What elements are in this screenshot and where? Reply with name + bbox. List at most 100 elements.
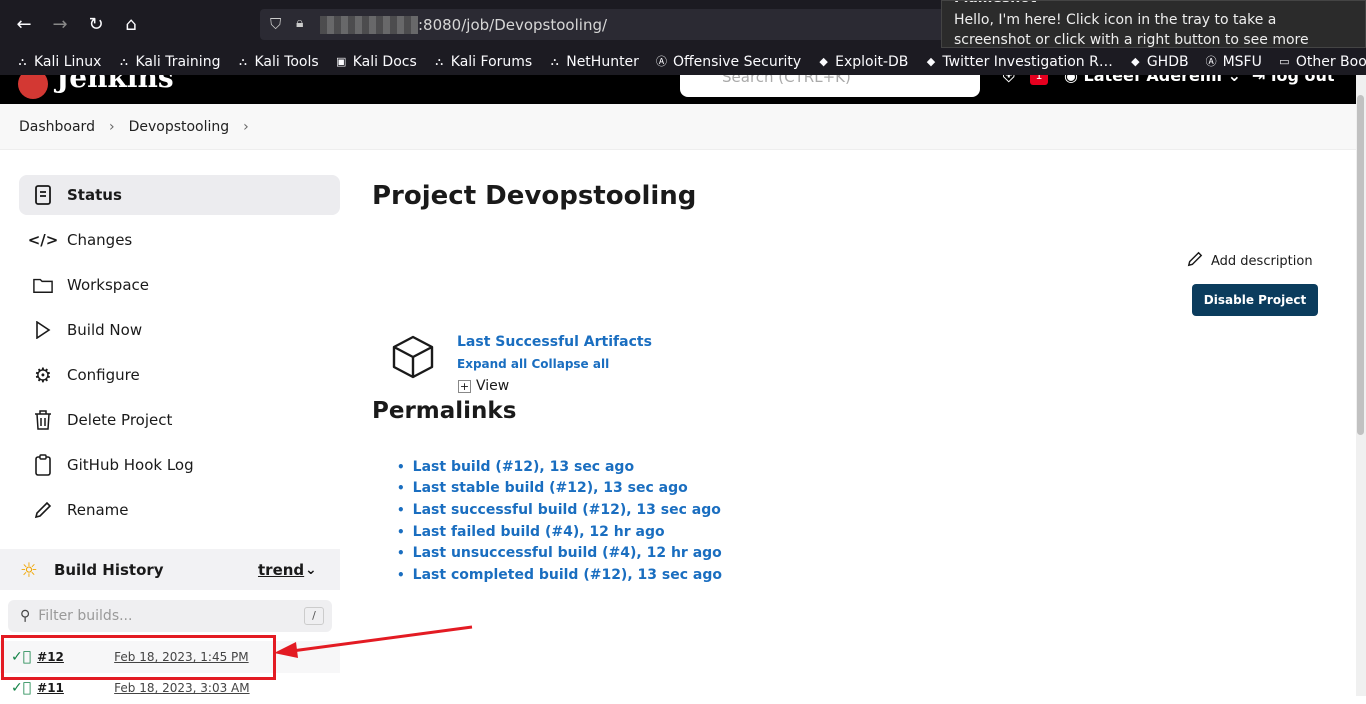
disable-project-button[interactable]: Disable Project — [1192, 284, 1318, 316]
sidebar-item-build-now[interactable]: Build Now — [19, 310, 340, 350]
bookmark-item[interactable]: ◆ Twitter Investigation R… — [924, 53, 1113, 70]
url-bar[interactable]: ⛉ 🔒︎ :8080/job/Devopstooling/ — [260, 9, 960, 40]
sidebar-item-delete-project[interactable]: Delete Project — [19, 400, 340, 440]
lock-icon: 🔒︎ — [296, 15, 304, 31]
sun-icon: ☼ — [20, 557, 38, 582]
search-placeholder: Search (CTRL+K) — [722, 75, 851, 86]
user-name: Lateef Aderemi — [1083, 75, 1222, 85]
clipboard-icon — [33, 454, 53, 476]
bookmark-item[interactable]: ◆ Exploit-DB — [817, 54, 908, 70]
trend-link[interactable]: trend — [258, 561, 304, 579]
annotation-arrow — [274, 625, 473, 658]
bookmark-label: Kali Tools — [254, 53, 319, 70]
bookmark-favicon-icon: Ⓐ — [655, 55, 667, 68]
bookmark-label: MSFU — [1222, 53, 1262, 70]
bookmark-label: Twitter Investigation R… — [942, 53, 1113, 70]
chevron-down-icon[interactable]: ⌄ — [305, 562, 317, 578]
bookmark-item[interactable]: ⛬ Kali Linux — [16, 53, 102, 70]
sidebar-item-label: Workspace — [67, 276, 149, 294]
logout-link[interactable]: ⇥ log out — [1252, 75, 1335, 85]
permalink-last-stable[interactable]: Last stable build (#12), 13 sec ago — [397, 478, 722, 500]
add-description-link[interactable]: Add description — [1187, 251, 1313, 271]
sidebar-item-workspace[interactable]: Workspace — [19, 265, 340, 305]
user-menu[interactable]: ◉ Lateef Aderemi ⌄ — [1064, 75, 1241, 85]
sidebar-item-rename[interactable]: Rename — [19, 490, 340, 530]
bookmark-favicon-icon: Ⓐ — [1205, 55, 1217, 68]
scrollbar-thumb[interactable] — [1357, 95, 1364, 435]
permalink-last-completed[interactable]: Last completed build (#12), 13 sec ago — [397, 564, 722, 586]
view-label: View — [476, 378, 510, 394]
bookmark-favicon-icon: ⛬ — [550, 55, 559, 68]
permalink-last-unsuccessful[interactable]: Last unsuccessful build (#4), 12 hr ago — [397, 542, 722, 564]
url-text: :8080/job/Devopstooling/ — [418, 15, 608, 34]
breadcrumb: Dashboard › Devopstooling › — [0, 104, 1356, 150]
flameshot-notification[interactable]: Flameshot Hello, I'm here! Click icon in… — [941, 0, 1366, 48]
bookmark-favicon-icon: ◆ — [1131, 55, 1140, 68]
jenkins-logo[interactable]: Jenkins — [56, 75, 174, 94]
sidebar-item-label: Configure — [67, 366, 140, 384]
permalink-last-build[interactable]: Last build (#12), 13 sec ago — [397, 456, 722, 478]
view-artifact-tree[interactable]: + View — [458, 378, 509, 394]
bookmark-item[interactable]: Ⓐ Offensive Security — [655, 54, 801, 70]
bookmark-item[interactable]: ◆ GHDB — [1129, 54, 1189, 70]
search-icon: ⚲ — [20, 608, 31, 624]
chevron-right-icon[interactable]: › — [243, 119, 249, 135]
bookmark-favicon-icon: ◆ — [926, 55, 936, 68]
sidebar-item-configure[interactable]: ⚙ Configure — [19, 355, 340, 395]
bookmark-item[interactable]: ▣ Kali Docs — [335, 54, 417, 70]
success-icon: ✓⃝ — [11, 680, 32, 696]
bookmark-label: GHDB — [1146, 53, 1189, 70]
bookmark-favicon-icon: ⛬ — [435, 55, 444, 68]
gear-icon: ⚙ — [34, 363, 52, 387]
back-icon[interactable]: ← — [12, 12, 36, 36]
sidebar-item-label: Rename — [67, 501, 129, 519]
build-history-header: ☼ Build History trend ⌄ — [0, 549, 340, 590]
reload-icon[interactable]: ↻ — [84, 12, 108, 36]
build-history-title: Build History — [53, 560, 164, 579]
permalinks-title: Permalinks — [372, 398, 517, 424]
forward-icon[interactable]: → — [48, 12, 72, 36]
build-date[interactable]: Feb 18, 2023, 3:03 AM — [114, 681, 249, 695]
bookmark-label: Kali Training — [135, 53, 221, 70]
bookmark-label: Kali Docs — [352, 53, 417, 70]
jenkins-header: Jenkins Search (CTRL+K) ⛨ 1 ◉ Lateef Ade… — [0, 75, 1356, 104]
sidebar-item-status[interactable]: Status — [19, 175, 340, 215]
redacted-host — [320, 15, 418, 34]
notification-badge[interactable]: 1 — [1030, 75, 1048, 85]
home-icon[interactable]: ⌂ — [119, 12, 143, 36]
add-description-label: Add description — [1211, 253, 1313, 269]
sidebar: Status </> Changes Workspace Build Now ⚙… — [19, 175, 340, 535]
bookmark-item[interactable]: ⛬ Kali Training — [117, 54, 220, 70]
breadcrumb-dashboard[interactable]: Dashboard — [19, 119, 95, 135]
package-icon — [390, 334, 436, 384]
notification-message: Hello, I'm here! Click icon in the tray … — [954, 12, 1309, 48]
status-icon — [33, 185, 53, 205]
bookmark-item[interactable]: ⛬ NetHunter — [548, 54, 639, 70]
build-number[interactable]: #11 — [37, 681, 114, 695]
sidebar-item-changes[interactable]: </> Changes — [19, 220, 340, 260]
bookmark-favicon-icon: ▣ — [335, 55, 347, 68]
bookmark-label: Kali Linux — [34, 53, 102, 70]
notification-title: Flameshot — [954, 1, 1037, 8]
bookmark-label: Offensive Security — [672, 53, 802, 70]
bookmark-favicon-icon: ◆ — [819, 55, 828, 68]
sidebar-item-github-hook-log[interactable]: GitHub Hook Log — [19, 445, 340, 485]
security-icon[interactable]: ⛨ — [1002, 75, 1016, 87]
bookmark-item[interactable]: ⛬ Kali Tools — [236, 53, 319, 70]
last-successful-artifacts-link[interactable]: Last Successful Artifacts — [457, 334, 652, 350]
shield-icon: ⛉ — [270, 15, 282, 33]
plus-icon[interactable]: + — [458, 379, 471, 393]
breadcrumb-devopstooling[interactable]: Devopstooling — [129, 119, 230, 135]
annotation-highlight-box — [1, 635, 276, 680]
logout-label: log out — [1270, 75, 1335, 85]
jenkins-logo-icon[interactable] — [18, 75, 48, 99]
page-title: Project Devopstooling — [372, 181, 697, 211]
bookmark-item[interactable]: ▭ Other Bookmarks — [1278, 54, 1366, 70]
permalink-last-failed[interactable]: Last failed build (#4), 12 hr ago — [397, 521, 722, 543]
sidebar-item-label: Status — [67, 186, 122, 204]
bookmark-item[interactable]: ⛬ Kali Forums — [433, 54, 532, 70]
bookmark-item[interactable]: Ⓐ MSFU — [1205, 54, 1262, 70]
expand-collapse-links[interactable]: Expand all Collapse all — [457, 357, 609, 371]
search-input[interactable]: Search (CTRL+K) — [680, 75, 980, 97]
permalink-last-successful[interactable]: Last successful build (#12), 13 sec ago — [397, 499, 722, 521]
